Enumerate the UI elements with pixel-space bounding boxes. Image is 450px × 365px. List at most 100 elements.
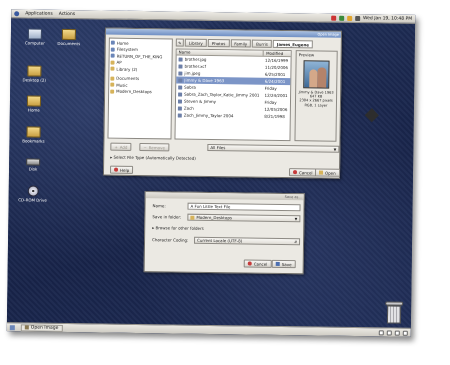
update-icon[interactable] bbox=[346, 15, 353, 21]
encoding-select[interactable]: Current Locale (UTF-8) ⇵ bbox=[194, 236, 301, 246]
file-name: Steven & Jimmy bbox=[183, 98, 217, 105]
cancel-icon bbox=[292, 170, 298, 175]
desktop-icon-desktop[interactable]: Desktop (2) bbox=[16, 65, 52, 83]
desktop-icon-bookmarks[interactable]: Bookmarks bbox=[15, 126, 51, 144]
path-toggle-button[interactable]: ✎ bbox=[175, 38, 184, 47]
remove-bookmark-button[interactable]: − Remove bbox=[139, 142, 170, 152]
workspace-switcher[interactable] bbox=[378, 329, 408, 336]
actions-menu[interactable]: Actions bbox=[59, 11, 76, 16]
save-dialog-titlebar[interactable]: Save as... bbox=[145, 192, 304, 201]
trash-icon[interactable] bbox=[385, 301, 404, 325]
path-crumb-library[interactable]: Library bbox=[184, 38, 207, 47]
folder-icon bbox=[110, 66, 115, 71]
image-file-icon bbox=[178, 57, 183, 62]
open-dialog-titlebar[interactable]: Open Image bbox=[105, 28, 341, 38]
save-dialog-title: Save as... bbox=[284, 195, 302, 200]
save-cancel-button[interactable]: Cancel bbox=[243, 259, 272, 268]
file-modified: Friday bbox=[264, 85, 277, 91]
column-modified[interactable]: Modified bbox=[263, 50, 291, 57]
place-label: Documents bbox=[116, 75, 140, 82]
place-label: AP bbox=[116, 59, 122, 65]
file-type-expander[interactable]: ▸ Select File Type (Automatically Detect… bbox=[110, 155, 196, 161]
path-crumb-burris[interactable]: Burris bbox=[252, 39, 272, 48]
floppy-icon bbox=[275, 261, 280, 266]
file-name: Zach bbox=[183, 105, 194, 111]
file-row[interactable]: Zach_Jimmy_Taylor 2004 8/21/1998 bbox=[176, 112, 290, 121]
workspace-2[interactable] bbox=[386, 329, 392, 336]
cd-icon bbox=[27, 185, 39, 197]
desktop-icon-computer[interactable]: Computer bbox=[17, 28, 53, 46]
path-crumb-family[interactable]: Family bbox=[230, 39, 252, 48]
file-modified: Friday bbox=[264, 99, 277, 105]
foot-icon[interactable] bbox=[14, 10, 20, 16]
spin-arrows-icon: ⇵ bbox=[294, 239, 298, 244]
cancel-label: Cancel bbox=[253, 261, 268, 267]
file-name: Sabra bbox=[184, 84, 196, 90]
disk-icon bbox=[110, 47, 115, 52]
folder-icon bbox=[110, 82, 115, 87]
applications-menu[interactable]: Applications bbox=[25, 11, 53, 16]
home-icon bbox=[110, 40, 115, 45]
file-modified: 11/20/2006 bbox=[264, 64, 289, 71]
network-icon[interactable] bbox=[338, 15, 345, 21]
cancel-button[interactable]: Cancel bbox=[288, 168, 317, 177]
file-name: Jimmy & Dave 1963 bbox=[184, 77, 225, 84]
save-button[interactable]: Save bbox=[271, 259, 296, 269]
monitor-icon[interactable] bbox=[330, 15, 337, 21]
disk-icon bbox=[110, 53, 115, 58]
panel-tray: Wed Jan 19, 10:48 PM bbox=[330, 15, 412, 22]
preview-info: Jimmy & Dave 1963 647 KB 2304 x 2667 pix… bbox=[296, 90, 336, 107]
file-name: Zach_Jimmy_Taylor 2004 bbox=[183, 112, 234, 119]
volume-icon[interactable] bbox=[354, 15, 361, 21]
pencil-icon: ✎ bbox=[178, 40, 182, 46]
file-name: brother.jpg bbox=[184, 56, 207, 62]
file-name: jim.jpeg bbox=[184, 70, 201, 76]
name-label: Name: bbox=[152, 203, 166, 209]
file-modified: 6/24/2001 bbox=[264, 78, 286, 85]
desktop-icon-cdrom[interactable]: CD-ROM Drive bbox=[15, 185, 51, 203]
minus-icon: − bbox=[143, 144, 147, 150]
image-file-icon bbox=[178, 92, 183, 97]
folder-icon bbox=[27, 65, 42, 77]
place-label: Filesystem bbox=[116, 46, 138, 53]
add-label: Add bbox=[119, 144, 128, 150]
desktop-icon-label: Computer bbox=[24, 40, 45, 46]
browse-expander[interactable]: ▸ Browse for other folders bbox=[152, 225, 204, 231]
preview-mode: RGB, 1 Layer bbox=[304, 102, 328, 108]
folder-open-icon bbox=[318, 170, 324, 175]
folder-icon bbox=[61, 28, 76, 41]
folder-select[interactable]: Modern_Desktops ▼ bbox=[187, 213, 301, 223]
filename-input[interactable]: A Fun Little Text File bbox=[187, 202, 301, 212]
help-button[interactable]: Help bbox=[109, 165, 134, 174]
clock[interactable]: Wed Jan 19, 10:48 PM bbox=[363, 16, 412, 22]
cancel-icon bbox=[247, 261, 252, 266]
desktop-icon-home[interactable]: Home bbox=[16, 95, 52, 113]
file-filter-select[interactable]: All Files ▼ bbox=[207, 143, 340, 153]
drive-icon bbox=[26, 158, 41, 166]
save-label: Save bbox=[281, 261, 292, 267]
open-button[interactable]: Open bbox=[314, 168, 340, 177]
taskbar-button-open-image[interactable]: Open Image bbox=[20, 323, 63, 332]
place-modern-desktops[interactable]: Modern_Desktops bbox=[110, 88, 170, 95]
file-name: Sabra_Zach_Taylor_Katie_Jimmy 2001 bbox=[184, 91, 260, 98]
desktop-icon-disk[interactable]: Disk bbox=[15, 158, 51, 172]
folder-icon bbox=[26, 126, 41, 138]
folder-icon bbox=[110, 60, 115, 65]
plus-icon: + bbox=[114, 144, 118, 150]
preview-header: Preview bbox=[298, 52, 315, 58]
image-file-icon bbox=[178, 64, 183, 69]
path-crumb-photos[interactable]: Photos bbox=[207, 38, 230, 48]
chevron-down-icon: ▼ bbox=[294, 216, 298, 221]
add-bookmark-button[interactable]: + Add bbox=[110, 142, 132, 151]
desktop-icon-documents[interactable]: Documents bbox=[51, 28, 87, 47]
image-file-icon bbox=[177, 113, 182, 118]
workspace-4[interactable] bbox=[402, 330, 408, 336]
file-modified: 12/24/2001 bbox=[264, 92, 288, 99]
save-as-dialog: Save as... Name: A Fun Little Text File … bbox=[143, 191, 305, 275]
workspace-1[interactable] bbox=[378, 329, 384, 335]
file-modified: 8/21/1998 bbox=[264, 113, 285, 120]
file-list: Name Modified brother.jpg 12/16/1999 brot… bbox=[174, 48, 292, 142]
path-crumb-james-eugene[interactable]: James_Eugene bbox=[272, 39, 314, 49]
workspace-3[interactable] bbox=[394, 330, 400, 336]
show-desktop-icon[interactable] bbox=[9, 324, 15, 330]
